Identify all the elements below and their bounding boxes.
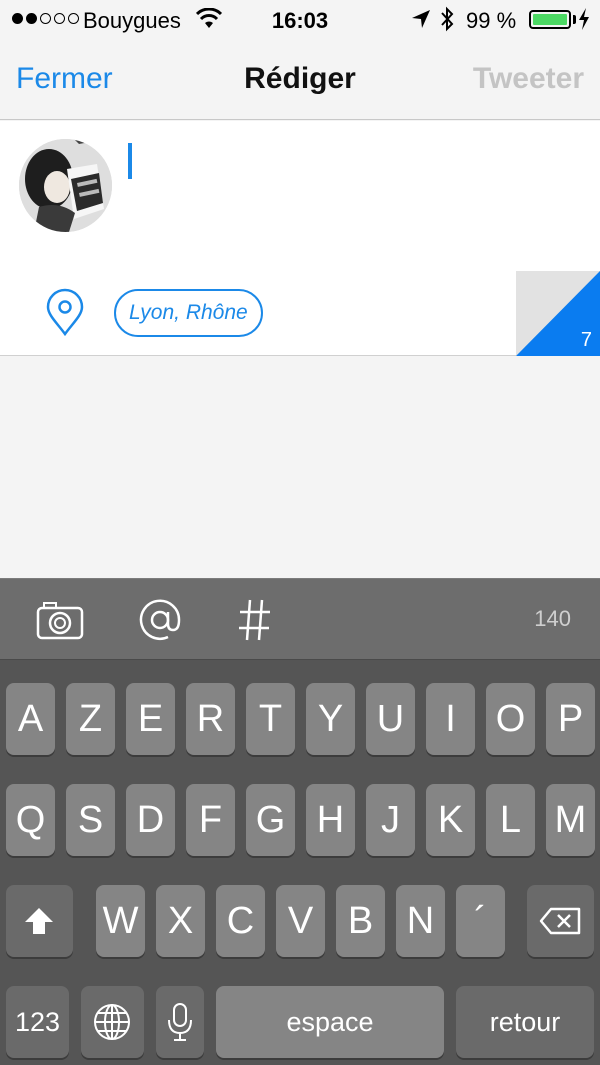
bluetooth-icon (441, 6, 454, 32)
key-d[interactable]: D (126, 784, 175, 856)
battery-percentage: 99 % (466, 8, 517, 33)
return-key[interactable]: retour (456, 986, 594, 1058)
location-tag[interactable]: Lyon, Rhône (114, 289, 263, 337)
key-r[interactable]: R (186, 683, 235, 755)
navigation-bar: Fermer Rédiger Tweeter (0, 40, 600, 120)
battery-icon (529, 10, 571, 29)
key-u[interactable]: U (366, 683, 415, 755)
key-e[interactable]: E (126, 683, 175, 755)
key-l[interactable]: L (486, 784, 535, 856)
character-counter: 140 (534, 606, 571, 631)
compose-area[interactable]: Lyon, Rhône 7 (0, 121, 600, 356)
location-services-icon (412, 10, 430, 28)
avatar (19, 139, 112, 232)
key-z[interactable]: Z (66, 683, 115, 755)
numbers-key[interactable]: 123 (6, 986, 69, 1058)
key-a[interactable]: A (6, 683, 55, 755)
shift-key[interactable] (6, 885, 73, 957)
media-count: 7 (580, 329, 592, 351)
shift-arrow-icon (25, 908, 53, 934)
key-y[interactable]: Y (306, 683, 355, 755)
key-s[interactable]: S (66, 784, 115, 856)
mention-icon[interactable] (138, 598, 182, 642)
key-p[interactable]: P (546, 683, 595, 755)
key-q[interactable]: Q (6, 784, 55, 856)
location-pin-icon[interactable] (44, 288, 86, 336)
key-g[interactable]: G (246, 784, 295, 856)
key-k[interactable]: K (426, 784, 475, 856)
space-bar[interactable]: espace (216, 986, 444, 1058)
backspace-key[interactable] (527, 885, 594, 957)
key-x[interactable]: X (156, 885, 205, 957)
key-c[interactable]: C (216, 885, 265, 957)
microphone-icon (168, 1003, 192, 1041)
dictation-key[interactable] (156, 986, 204, 1058)
charging-icon (579, 8, 589, 30)
key-f[interactable]: F (186, 784, 235, 856)
media-count-corner[interactable]: 7 (516, 271, 600, 356)
key-acute-accent[interactable]: ´ (456, 885, 505, 957)
key-n[interactable]: N (396, 885, 445, 957)
key-b[interactable]: B (336, 885, 385, 957)
status-bar: Bouygues 16:03 99 % (0, 0, 600, 40)
camera-icon[interactable] (36, 600, 84, 640)
tweet-button[interactable]: Tweeter (473, 62, 584, 96)
globe-key[interactable] (81, 986, 144, 1058)
key-v[interactable]: V (276, 885, 325, 957)
key-o[interactable]: O (486, 683, 535, 755)
backspace-icon (539, 907, 581, 935)
key-j[interactable]: J (366, 784, 415, 856)
location-tag-label: Lyon, Rhône (129, 301, 248, 324)
keyboard: A Z E R T Y U I O P Q S D F G H J K L M … (0, 660, 600, 1065)
key-w[interactable]: W (96, 885, 145, 957)
keyboard-toolbar: 140 (0, 578, 600, 660)
hashtag-icon[interactable] (238, 598, 272, 642)
key-h[interactable]: H (306, 784, 355, 856)
globe-icon (94, 1004, 130, 1040)
key-m[interactable]: M (546, 784, 595, 856)
key-t[interactable]: T (246, 683, 295, 755)
text-cursor (128, 143, 132, 179)
key-i[interactable]: I (426, 683, 475, 755)
